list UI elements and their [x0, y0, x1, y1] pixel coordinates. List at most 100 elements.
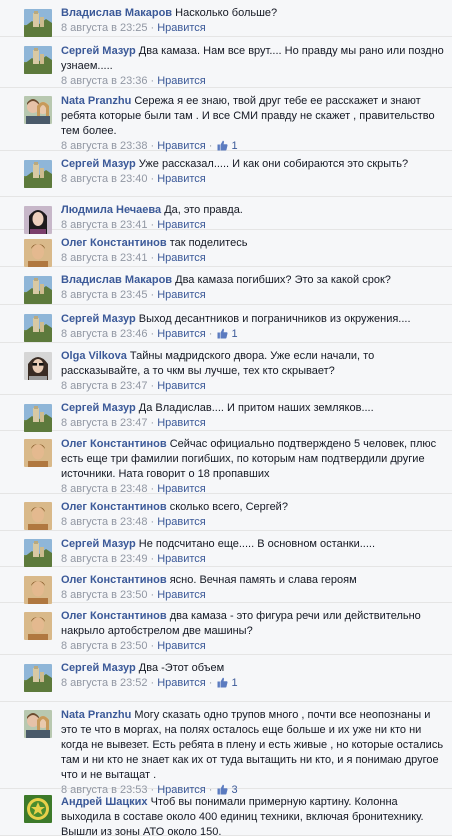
comment: Олег Константинов Сейчас официально подт…: [0, 431, 452, 496]
like-count[interactable]: 1: [232, 677, 238, 689]
comment: Olga Vilkova Тайны мадридского двора. Уж…: [0, 343, 452, 395]
comment-body: Сергей Мазур Уже рассказал..... И как он…: [61, 157, 444, 186]
comment-meta: 8 августа в 23:40 · Нравится: [61, 172, 444, 186]
meta-separator: ·: [150, 589, 155, 601]
comment-body: Сергей Мазур Два камаза. Нам все врут...…: [61, 44, 444, 88]
comment-text: Да Владислав.... И притом наших земляков…: [138, 402, 374, 414]
comment-author[interactable]: Олег Константинов: [61, 438, 167, 450]
avatar[interactable]: [24, 352, 52, 380]
comment-body: Nata Pranzhu Сережа я ее знаю, твой друг…: [61, 94, 444, 153]
comment-timestamp[interactable]: 8 августа в 23:36: [61, 75, 148, 87]
like-link[interactable]: Нравится: [157, 640, 206, 652]
comment-text: Да, это правда.: [164, 204, 243, 216]
like-link[interactable]: Нравится: [157, 417, 206, 429]
avatar[interactable]: [24, 439, 52, 467]
comment-text: Два -Этот объем: [138, 662, 225, 674]
avatar[interactable]: [24, 239, 52, 267]
avatar[interactable]: [24, 160, 52, 188]
comment-timestamp[interactable]: 8 августа в 23:49: [61, 553, 148, 565]
comment: Олег Константинов так поделитесь 8 август…: [0, 230, 452, 267]
comment-author[interactable]: Людмила Нечаева: [61, 204, 161, 216]
comment: Сергей Мазур Не подсчитано еще..... В ос…: [0, 531, 452, 567]
comment-text: Уже рассказал..... И как они собираются …: [138, 158, 409, 170]
avatar[interactable]: [24, 9, 52, 37]
like-link[interactable]: Нравится: [157, 677, 206, 689]
avatar[interactable]: [24, 46, 52, 74]
comment: Сергей Мазур Два -Этот объем 8 августа в …: [0, 655, 452, 702]
like-link[interactable]: Нравится: [157, 75, 206, 87]
comment-author[interactable]: Олег Константинов: [61, 501, 167, 513]
comment: Владислав Макаров Два камаза погибших? Э…: [0, 267, 452, 305]
comment-author[interactable]: Сергей Мазур: [61, 402, 136, 414]
comment-author[interactable]: Олег Константинов: [61, 574, 167, 586]
comment-timestamp[interactable]: 8 августа в 23:46: [61, 328, 148, 340]
comment-meta: 8 августа в 23:52 · Нравится · 1: [61, 676, 444, 690]
comment-author[interactable]: Nata Pranzhu: [61, 95, 131, 107]
comment-body: Сергей Мазур Выход десантников и пограни…: [61, 312, 444, 341]
avatar[interactable]: [24, 502, 52, 530]
comment-author[interactable]: Владислав Макаров: [61, 274, 172, 286]
comment-timestamp[interactable]: 8 августа в 23:45: [61, 289, 148, 301]
like-link[interactable]: Нравится: [157, 328, 206, 340]
meta-separator: ·: [150, 252, 155, 264]
comment-author[interactable]: Владислав Макаров: [61, 7, 172, 19]
comment-text: ясно. Вечная память и слава героям: [169, 574, 357, 586]
comment-author[interactable]: Сергей Мазур: [61, 662, 136, 674]
comment-meta: 8 августа в 23:49 · Нравится: [61, 552, 444, 566]
avatar[interactable]: [24, 314, 52, 342]
like-link[interactable]: Нравится: [157, 22, 206, 34]
like-link[interactable]: Нравится: [157, 173, 206, 185]
comment: Сергей Мазур Уже рассказал..... И как он…: [0, 151, 452, 197]
comment-timestamp[interactable]: 8 августа в 23:48: [61, 516, 148, 528]
comment: Сергей Мазур Два камаза. Нам все врут...…: [0, 37, 452, 88]
comment-author[interactable]: Олег Константинов: [61, 610, 167, 622]
comment-timestamp[interactable]: 8 августа в 23:50: [61, 589, 148, 601]
avatar[interactable]: [24, 96, 52, 124]
comment-timestamp[interactable]: 8 августа в 23:47: [61, 417, 148, 429]
avatar[interactable]: [24, 576, 52, 604]
avatar[interactable]: [24, 404, 52, 432]
comment-author[interactable]: Олег Константинов: [61, 237, 167, 249]
comment-text: Два камаза погибших? Это за какой срок?: [175, 274, 391, 286]
avatar[interactable]: [24, 612, 52, 640]
comment-author[interactable]: Olga Vilkova: [61, 350, 127, 362]
avatar[interactable]: [24, 539, 52, 567]
comment: Андрей Шацких Чтоб вы понимали примерную…: [0, 789, 452, 836]
meta-separator: ·: [150, 380, 155, 392]
like-link[interactable]: Нравится: [157, 252, 206, 264]
comment-meta: 8 августа в 23:47 · Нравится: [61, 416, 444, 430]
avatar[interactable]: [24, 795, 52, 823]
comment-timestamp[interactable]: 8 августа в 23:52: [61, 677, 148, 689]
like-link[interactable]: Нравится: [157, 553, 206, 565]
comment-meta: 8 августа в 23:48 · Нравится: [61, 515, 444, 529]
comment-author[interactable]: Сергей Мазур: [61, 45, 136, 57]
comment-text: Не подсчитано еще..... В основном останк…: [138, 538, 376, 550]
like-link[interactable]: Нравится: [157, 589, 206, 601]
like-link[interactable]: Нравится: [157, 289, 206, 301]
comment-timestamp[interactable]: 8 августа в 23:47: [61, 380, 148, 392]
avatar[interactable]: [24, 664, 52, 692]
avatar[interactable]: [24, 276, 52, 304]
comment-body: Владислав Макаров Два камаза погибших? Э…: [61, 273, 444, 302]
comment-author[interactable]: Андрей Шацких: [61, 796, 148, 808]
comment-timestamp[interactable]: 8 августа в 23:50: [61, 640, 148, 652]
meta-separator: ·: [208, 328, 213, 340]
comment-timestamp[interactable]: 8 августа в 23:40: [61, 173, 148, 185]
like-link[interactable]: Нравится: [157, 380, 206, 392]
comment-meta: 8 августа в 23:50 · Нравится: [61, 639, 444, 653]
meta-separator: ·: [150, 516, 155, 528]
like-link[interactable]: Нравится: [157, 516, 206, 528]
like-count[interactable]: 1: [232, 328, 238, 340]
comment-author[interactable]: Nata Pranzhu: [61, 709, 131, 721]
comment-meta: 8 августа в 23:45 · Нравится: [61, 288, 444, 302]
comment-author[interactable]: Сергей Мазур: [61, 313, 136, 325]
comment-author[interactable]: Сергей Мазур: [61, 538, 136, 550]
meta-separator: ·: [150, 173, 155, 185]
meta-separator: ·: [150, 328, 155, 340]
comment-timestamp[interactable]: 8 августа в 23:41: [61, 252, 148, 264]
comment-author[interactable]: Сергей Мазур: [61, 158, 136, 170]
comment-body: Олег Константинов Сейчас официально подт…: [61, 437, 444, 496]
avatar[interactable]: [24, 710, 52, 738]
comment: Сергей Мазур Выход десантников и пограни…: [0, 305, 452, 343]
comment-timestamp[interactable]: 8 августа в 23:25: [61, 22, 148, 34]
